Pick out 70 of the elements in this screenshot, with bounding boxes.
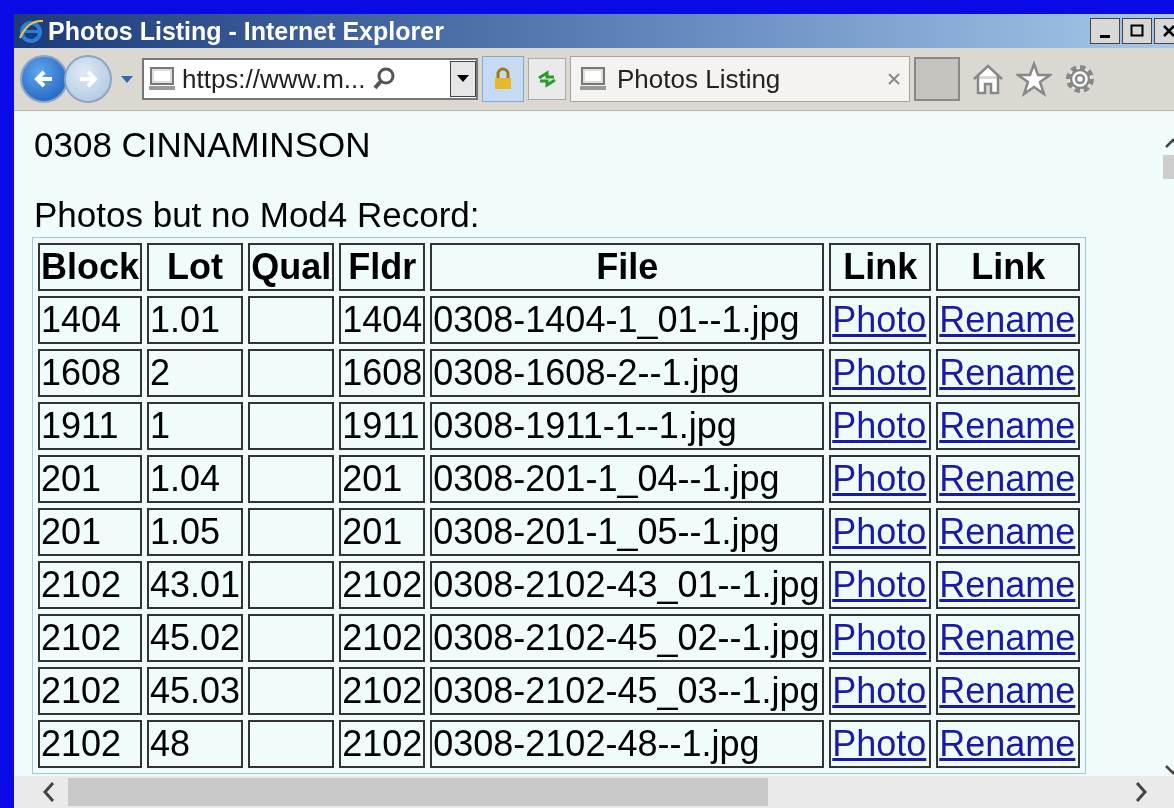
table-cell: 48 bbox=[147, 720, 244, 768]
table-cell: 1608 bbox=[339, 349, 426, 397]
column-header: Link bbox=[829, 243, 932, 291]
back-button[interactable] bbox=[20, 55, 68, 103]
table-cell: 201 bbox=[339, 455, 426, 503]
table-cell: 2102 bbox=[339, 667, 426, 715]
refresh-button[interactable] bbox=[528, 58, 566, 100]
star-icon[interactable] bbox=[1016, 61, 1052, 97]
table-cell: 0308-2102-48--1.jpg bbox=[430, 720, 825, 768]
window-title: Photos Listing - Internet Explorer bbox=[48, 16, 444, 46]
caret-icon bbox=[457, 75, 469, 83]
table-cell: 2102 bbox=[38, 614, 143, 662]
table-cell: 0308-2102-43_01--1.jpg bbox=[430, 561, 825, 609]
table-cell: 1608 bbox=[38, 349, 143, 397]
column-header: File bbox=[430, 243, 825, 291]
table-cell: 0308-201-1_04--1.jpg bbox=[430, 455, 825, 503]
dropdown-button[interactable] bbox=[450, 61, 476, 97]
table-cell: 2102 bbox=[38, 667, 143, 715]
table-cell: 1911 bbox=[339, 402, 426, 450]
section-label: Photos but no Mod4 Record: bbox=[34, 195, 481, 235]
maximize-button[interactable] bbox=[1122, 18, 1152, 44]
table-cell: 43.01 bbox=[147, 561, 244, 609]
table-cell: 45.02 bbox=[147, 614, 244, 662]
close-icon[interactable] bbox=[887, 72, 901, 86]
column-header: Fldr bbox=[339, 243, 426, 291]
table-cell: 1.01 bbox=[147, 296, 244, 344]
table-cell: 2 bbox=[147, 349, 244, 397]
table-cell: 2102 bbox=[38, 720, 143, 768]
scroll-thumb[interactable] bbox=[68, 778, 768, 806]
address-field[interactable]: https://www.m... bbox=[142, 58, 478, 100]
table-cell: 0308-2102-45_02--1.jpg bbox=[430, 614, 825, 662]
maximize-icon bbox=[1130, 24, 1144, 38]
table-cell: 1404 bbox=[38, 296, 143, 344]
table-cell: 1404 bbox=[339, 296, 426, 344]
caret-icon[interactable] bbox=[120, 74, 134, 84]
table-cell: 0308-1608-2--1.jpg bbox=[430, 349, 825, 397]
table-cell: 45.03 bbox=[147, 667, 244, 715]
ie-logo-icon bbox=[18, 18, 44, 44]
column-header: Qual bbox=[248, 243, 335, 291]
page-icon bbox=[148, 66, 176, 92]
page-icon bbox=[579, 66, 607, 92]
table-cell: 0308-1404-1_01--1.jpg bbox=[430, 296, 825, 344]
lock-icon bbox=[493, 67, 513, 91]
horizontal-scrollbar[interactable] bbox=[14, 776, 1174, 808]
table-cell: 201 bbox=[38, 455, 143, 503]
minimize-button[interactable] bbox=[1090, 18, 1120, 44]
table-cell: 2102 bbox=[339, 614, 426, 662]
table-cell: 1911 bbox=[38, 402, 143, 450]
minimize-icon bbox=[1100, 34, 1110, 38]
refresh-icon bbox=[536, 69, 558, 89]
new-tab-button[interactable] bbox=[914, 57, 960, 101]
table-cell: 0308-201-1_05--1.jpg bbox=[430, 508, 825, 556]
forward-button[interactable] bbox=[64, 55, 112, 103]
close-icon bbox=[1162, 24, 1174, 38]
page-heading: 0308 CINNAMINSON bbox=[34, 125, 372, 166]
table-cell: 201 bbox=[339, 508, 426, 556]
table-cell: 0308-1911-1--1.jpg bbox=[430, 402, 825, 450]
table-cell: 2102 bbox=[339, 720, 426, 768]
column-header: Lot bbox=[147, 243, 244, 291]
browser-tab[interactable]: Photos Listing bbox=[570, 56, 910, 102]
table-cell: 2102 bbox=[339, 561, 426, 609]
table-cell: 2102 bbox=[38, 561, 143, 609]
table-cell: 1.05 bbox=[147, 508, 244, 556]
table-cell: 1 bbox=[147, 402, 244, 450]
lock-button[interactable] bbox=[482, 56, 524, 102]
table-cell: 0308-2102-45_03--1.jpg bbox=[430, 667, 825, 715]
column-header: Link bbox=[936, 243, 1081, 291]
table-cell: 201 bbox=[38, 508, 143, 556]
column-header: Block bbox=[38, 243, 143, 291]
table-cell: 1.04 bbox=[147, 455, 244, 503]
